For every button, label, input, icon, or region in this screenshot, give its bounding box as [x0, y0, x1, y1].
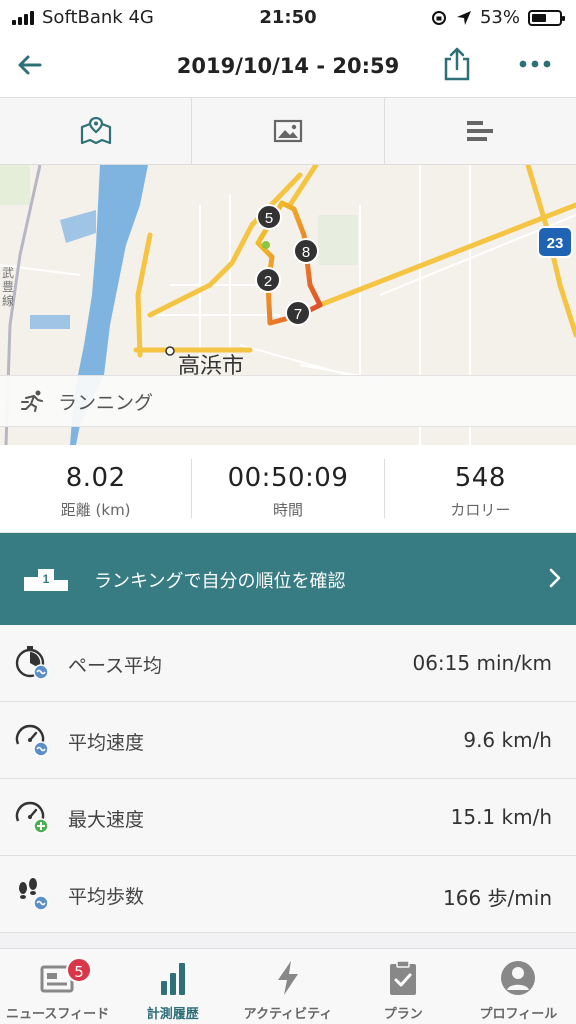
nav-header: 2019/10/14 - 20:59 — [0, 36, 576, 98]
ranking-banner[interactable]: 1 ランキングで自分の順位を確認 — [0, 533, 576, 625]
distance-label: 距離 (km) — [60, 501, 131, 519]
share-icon[interactable] — [442, 47, 472, 81]
location-arrow-icon — [456, 10, 471, 25]
metric-label: 平均速度 — [68, 732, 145, 754]
activity-label: ランニング — [58, 391, 154, 414]
view-tabs — [0, 98, 576, 165]
battery-icon — [528, 9, 565, 26]
marker-7[interactable]: 7 — [285, 300, 311, 326]
bar-list-icon — [467, 121, 494, 141]
tab-graph[interactable] — [385, 98, 576, 164]
tab-label: 計測履歴 — [146, 1007, 199, 1022]
battery-percent: 53% — [479, 7, 520, 28]
park-area — [318, 215, 358, 265]
svg-text:7: 7 — [294, 306, 302, 323]
image-icon — [273, 119, 303, 143]
marker-2[interactable]: 2 — [255, 267, 281, 293]
metric-label: ペース平均 — [68, 655, 163, 677]
tab-photos[interactable] — [192, 98, 385, 164]
metric-row-cadence: 平均歩数 166 歩/min — [0, 856, 576, 933]
stat-duration: 00:50:09 時間 — [192, 459, 385, 519]
orientation-lock-icon — [431, 10, 446, 25]
tab-activity[interactable]: アクティビティ — [230, 949, 345, 1024]
metric-label: 最大速度 — [68, 809, 145, 831]
distance-value: 8.02 — [65, 463, 126, 493]
svg-text:5: 5 — [265, 210, 273, 227]
marker-5[interactable]: 5 — [256, 204, 282, 230]
speedometer-average-icon — [15, 724, 49, 757]
tab-label: ニュースフィード — [6, 1007, 110, 1022]
page-title: 2019/10/14 - 20:59 — [176, 54, 400, 78]
podium-icon: 1 — [24, 569, 68, 591]
calories-label: カロリー — [450, 501, 511, 519]
bottom-tab-bar: 5 ニュースフィード 計測履歴 アクティビティ プラン プロフィール — [0, 948, 576, 1024]
runner-icon — [21, 390, 43, 412]
water-inlet — [60, 210, 96, 243]
tab-label: プロフィール — [479, 1007, 558, 1022]
rail-label: 武豊線 — [2, 266, 14, 308]
profile-icon — [501, 961, 536, 995]
city-dot — [165, 346, 175, 356]
stopwatch-pace-icon — [15, 646, 49, 680]
summary-stats: 8.02 距離 (km) 00:50:09 時間 548 カロリー — [0, 445, 576, 533]
stat-distance: 8.02 距離 (km) — [0, 459, 193, 519]
chevron-right-icon — [549, 568, 561, 588]
speedometer-max-icon — [15, 801, 49, 834]
activity-type-bar: ランニング — [0, 375, 576, 427]
bar-chart-icon — [160, 963, 185, 995]
tab-label: プラン — [383, 1007, 423, 1022]
tab-label: アクティビティ — [243, 1007, 333, 1022]
metric-value: 9.6 km/h — [463, 728, 552, 752]
svg-text:1: 1 — [43, 572, 50, 586]
tab-profile[interactable]: プロフィール — [461, 949, 576, 1024]
newsfeed-badge: 5 — [66, 957, 92, 983]
ranking-text: ランキングで自分の順位を確認 — [94, 571, 346, 592]
svg-text:2: 2 — [264, 273, 272, 290]
highway-number: 23 — [547, 235, 564, 252]
calories-value: 548 — [454, 463, 506, 493]
park-area — [0, 165, 30, 205]
status-bar: SoftBank 4G 21:50 53% — [0, 0, 576, 36]
more-options-icon[interactable] — [518, 54, 552, 74]
footsteps-icon — [19, 878, 49, 911]
clipboard-check-icon — [390, 960, 417, 995]
tab-plan[interactable]: プラン — [346, 949, 461, 1024]
tab-history[interactable]: 計測履歴 — [115, 949, 230, 1024]
metric-value: 06:15 min/km — [412, 651, 552, 675]
route-start-dot — [262, 241, 270, 249]
lightning-icon — [278, 961, 298, 995]
metric-row-max-speed: 最大速度 15.1 km/h — [0, 779, 576, 856]
tab-map[interactable] — [0, 98, 193, 164]
tab-newsfeed[interactable]: 5 ニュースフィード — [0, 949, 115, 1024]
map-icon — [80, 117, 111, 145]
metric-value: 166 歩/min — [443, 886, 552, 910]
duration-value: 00:50:09 — [227, 463, 349, 493]
metric-row-pace: ペース平均 06:15 min/km — [0, 625, 576, 702]
metric-row-avg-speed: 平均速度 9.6 km/h — [0, 702, 576, 779]
svg-text:8: 8 — [302, 244, 310, 261]
duration-label: 時間 — [272, 501, 303, 519]
metrics-list: ペース平均 06:15 min/km 平均速度 9.6 km/h 最大速度 15… — [0, 625, 576, 933]
metric-value: 15.1 km/h — [450, 805, 552, 829]
stat-calories: 548 カロリー — [385, 459, 576, 519]
marker-8[interactable]: 8 — [293, 238, 319, 264]
pond-shape — [30, 315, 70, 329]
metric-label: 平均歩数 — [68, 886, 145, 908]
